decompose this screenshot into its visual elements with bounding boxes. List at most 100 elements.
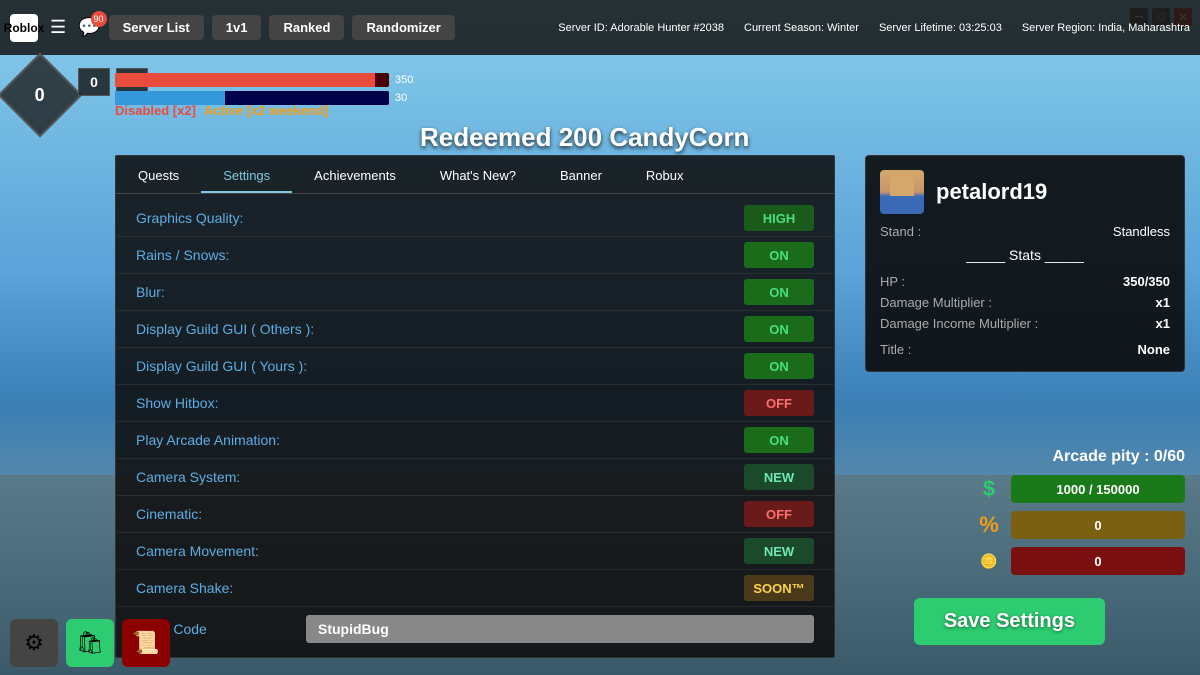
tab-quests[interactable]: Quests <box>116 160 201 193</box>
title-value: None <box>1138 342 1171 357</box>
settings-content: Graphics Quality:HIGHRains / Snows:ONBlu… <box>116 194 834 657</box>
compass-value: 0 <box>35 84 45 105</box>
settings-rows: Graphics Quality:HIGHRains / Snows:ONBlu… <box>116 200 834 607</box>
hud-compass: 0 <box>10 65 70 125</box>
currency-area: $ 1000 / 150000 % 0 🪙 0 <box>975 475 1185 575</box>
top-bar: Roblox ☰ 💬 90 Server List 1v1 Ranked Ran… <box>0 0 1200 55</box>
hp-bar-background <box>115 73 389 87</box>
tab-robux[interactable]: Robux <box>624 160 706 193</box>
toggle-button[interactable]: OFF <box>744 390 814 416</box>
dmg-stat-row: Damage Multiplier : x1 <box>880 292 1170 313</box>
percent-value: 0 <box>1094 518 1101 533</box>
tab-settings[interactable]: Settings <box>201 160 292 193</box>
server-id: Server ID: Adorable Hunter #2038 <box>558 22 724 34</box>
status-active: Active [x2 weekend] <box>204 103 328 118</box>
currency-row-percent: % 0 <box>975 511 1185 539</box>
avatar-face <box>890 176 914 196</box>
tab-banner[interactable]: Banner <box>538 160 624 193</box>
tab-achievements[interactable]: Achievements <box>292 160 418 193</box>
ranked-button[interactable]: Ranked <box>269 15 344 40</box>
save-settings-button[interactable]: Save Settings <box>914 598 1105 645</box>
settings-panel: Quests Settings Achievements What's New?… <box>115 155 835 658</box>
coin-icon: 🪙 <box>975 553 1003 570</box>
setting-label: Camera Shake: <box>136 580 744 596</box>
stats-divider: _____ Stats _____ <box>880 247 1170 263</box>
percent-icon: % <box>975 512 1003 538</box>
coin-value: 0 <box>1094 554 1101 569</box>
hp-bar-row: 350 <box>115 73 425 87</box>
hp-bar-fill <box>115 73 375 87</box>
stand-value: Standless <box>1113 224 1170 239</box>
toggle-button[interactable]: OFF <box>744 501 814 527</box>
dmg-income-label: Damage Income Multiplier : <box>880 316 1038 331</box>
tabs-row: Quests Settings Achievements What's New?… <box>116 156 834 194</box>
tab-whats-new[interactable]: What's New? <box>418 160 538 193</box>
setting-row: Cinematic:OFF <box>116 496 834 533</box>
player-header: petalord19 <box>880 170 1170 214</box>
roblox-logo: Roblox <box>10 14 38 42</box>
gear-icon-button[interactable]: ⚙ <box>10 619 58 667</box>
setting-row: Camera Shake:SOON™ <box>116 570 834 607</box>
arcade-pity: Arcade pity : 0/60 <box>1053 448 1186 466</box>
setting-label: Show Hitbox: <box>136 395 744 411</box>
server-lifetime: Server Lifetime: 03:25:03 <box>879 22 1002 34</box>
stand-row: Stand : Standless <box>880 224 1170 239</box>
setting-row: Camera System:NEW <box>116 459 834 496</box>
redeemed-message: Redeemed 200 CandyCorn <box>420 122 749 153</box>
setting-label: Cinematic: <box>136 506 744 522</box>
dmg-income-value: x1 <box>1156 316 1170 331</box>
server-region: Server Region: India, Maharashtra <box>1022 22 1190 34</box>
setting-label: Rains / Snows: <box>136 247 744 263</box>
setting-label: Blur: <box>136 284 744 300</box>
score-a: 0 <box>78 68 110 96</box>
currency-row-dollar: $ 1000 / 150000 <box>975 475 1185 503</box>
setting-label: Play Arcade Animation: <box>136 432 744 448</box>
stand-label: Stand : <box>880 224 921 239</box>
setting-label: Camera Movement: <box>136 543 744 559</box>
toggle-button[interactable]: SOON™ <box>744 575 814 601</box>
toggle-button[interactable]: HIGH <box>744 205 814 231</box>
toggle-button[interactable]: ON <box>744 279 814 305</box>
toggle-button[interactable]: ON <box>744 242 814 268</box>
setting-label: Display Guild GUI ( Yours ): <box>136 358 744 374</box>
toggle-button[interactable]: ON <box>744 353 814 379</box>
menu-icon[interactable]: ☰ <box>46 13 70 42</box>
server-season: Current Season: Winter <box>744 22 859 34</box>
hp-stat-label: HP : <box>880 274 905 289</box>
scroll-icon-button[interactable]: 📜 <box>122 619 170 667</box>
randomizer-button[interactable]: Randomizer <box>352 15 454 40</box>
setting-label: Display Guild GUI ( Others ): <box>136 321 744 337</box>
arcade-pity-label: Arcade pity : 0/60 <box>1053 448 1186 465</box>
toggle-button[interactable]: ON <box>744 427 814 453</box>
1v1-button[interactable]: 1v1 <box>212 15 262 40</box>
title-row: Title : None <box>880 342 1170 357</box>
shop-icon-button[interactable]: 🛍 <box>66 619 114 667</box>
dmg-label: Damage Multiplier : <box>880 295 992 310</box>
setting-row: Show Hitbox:OFF <box>116 385 834 422</box>
setting-row: Blur:ON <box>116 274 834 311</box>
setting-label: Camera System: <box>136 469 744 485</box>
toggle-button[interactable]: ON <box>744 316 814 342</box>
dollar-value: 1000 / 150000 <box>1056 482 1139 497</box>
currency-row-coin: 🪙 0 <box>975 547 1185 575</box>
toggle-button[interactable]: NEW <box>744 464 814 490</box>
player-name: petalord19 <box>936 179 1047 205</box>
setting-row: Rains / Snows:ON <box>116 237 834 274</box>
percent-bar: 0 <box>1011 511 1185 539</box>
setting-row: Play Arcade Animation:ON <box>116 422 834 459</box>
server-list-button[interactable]: Server List <box>109 15 204 40</box>
player-avatar <box>880 170 924 214</box>
coin-bar: 0 <box>1011 547 1185 575</box>
server-info: Server ID: Adorable Hunter #2038 Current… <box>558 22 1190 34</box>
title-label: Title : <box>880 342 911 357</box>
setting-row: Display Guild GUI ( Others ):ON <box>116 311 834 348</box>
toggle-button[interactable]: NEW <box>744 538 814 564</box>
hp-stat-row: HP : 350/350 <box>880 271 1170 292</box>
status-row: Disabled [x2] Active [x2 weekend] <box>115 103 328 118</box>
dmg-income-row: Damage Income Multiplier : x1 <box>880 313 1170 334</box>
dollar-bar: 1000 / 150000 <box>1011 475 1185 503</box>
chat-icon[interactable]: 💬 90 <box>78 17 100 38</box>
setting-row: Graphics Quality:HIGH <box>116 200 834 237</box>
dmg-value: x1 <box>1156 295 1170 310</box>
player-card: petalord19 Stand : Standless _____ Stats… <box>865 155 1185 372</box>
